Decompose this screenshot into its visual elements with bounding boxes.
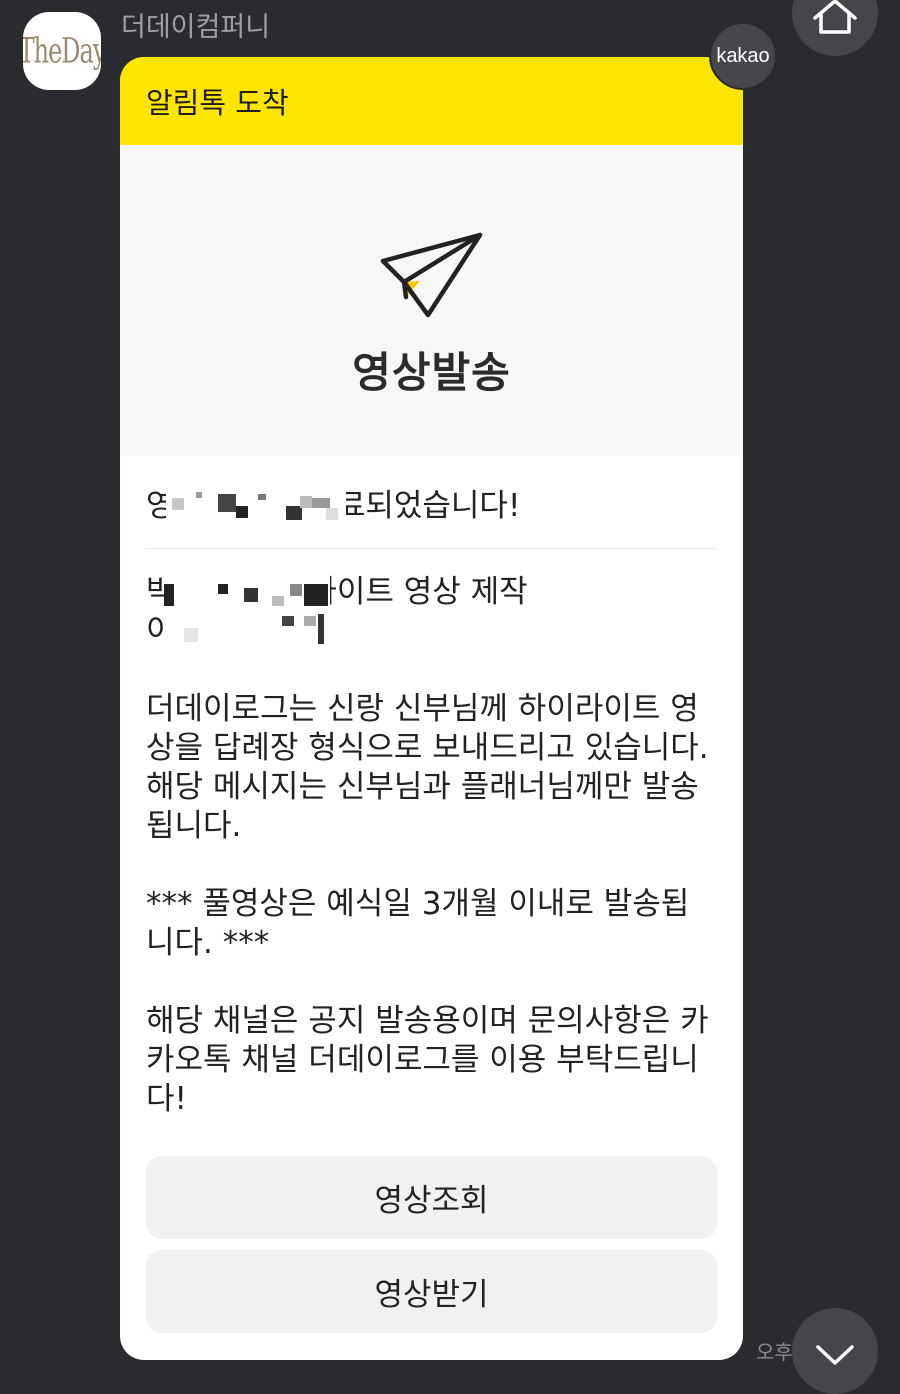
censor-mosaic bbox=[166, 484, 346, 528]
chevron-down-icon bbox=[816, 1345, 854, 1365]
message-body: 영상 제작이 완료되었습니다! 박 님의 하이라이트 영상 제작 이 다. bbox=[120, 456, 743, 1119]
paper-plane-icon bbox=[380, 232, 483, 318]
sender-name: 더데이컴퍼니 bbox=[121, 12, 271, 43]
avatar-logo: TheDay bbox=[23, 30, 101, 72]
message-paragraph-3: *** 풀영상은 예식일 3개월 이내로 발송됩 니다. *** bbox=[146, 886, 690, 961]
header-title: 알림톡 도착 bbox=[146, 86, 289, 120]
message-headline: 영상 제작이 완료되었습니다! bbox=[146, 484, 717, 528]
censor-mosaic bbox=[164, 610, 328, 652]
message-timestamp: 오후 bbox=[756, 1340, 793, 1364]
hero-title: 영상발송 bbox=[352, 348, 511, 397]
divider bbox=[146, 548, 717, 549]
message-paragraph-4: 해당 채널은 공지 발송용이며 문의사항은 카 카오톡 채널 더데이로그를 이용… bbox=[146, 1003, 709, 1117]
message-paragraph-2: 더데이로그는 신랑 신부님께 하이라이트 영 상을 답례장 형식으로 보내드리고… bbox=[146, 691, 709, 844]
message-hero: 영상발송 bbox=[120, 145, 743, 456]
download-video-button[interactable]: 영상받기 bbox=[146, 1250, 717, 1333]
scroll-down-button[interactable] bbox=[792, 1308, 878, 1394]
view-video-button[interactable]: 영상조회 bbox=[146, 1156, 717, 1239]
alimtalk-message-bubble: 알림톡 도착 영상발송 영상 제작이 완료되었습니다! bbox=[120, 57, 743, 1360]
home-button[interactable] bbox=[792, 0, 878, 56]
home-icon bbox=[813, 0, 857, 34]
message-header: 알림톡 도착 bbox=[120, 57, 743, 145]
avatar[interactable]: TheDay bbox=[23, 12, 101, 90]
kakao-badge: kakao bbox=[709, 22, 777, 90]
